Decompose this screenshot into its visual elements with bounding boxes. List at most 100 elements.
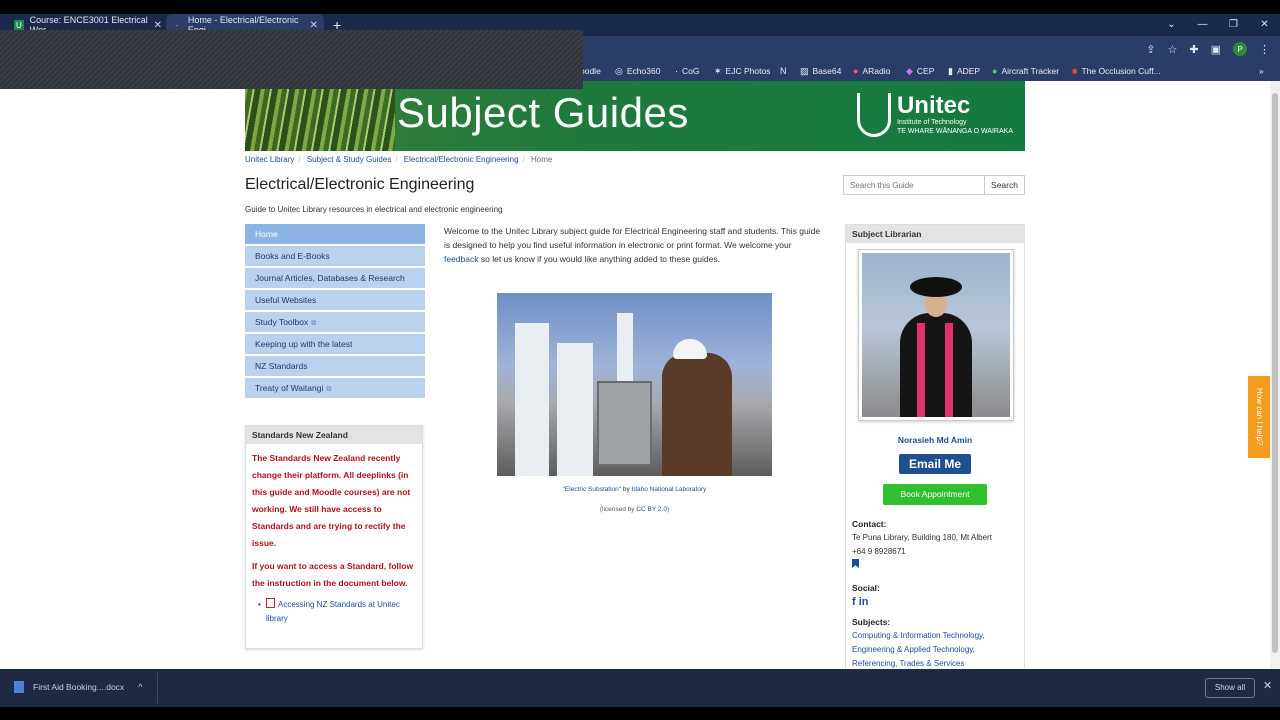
bookmark-red-icon: ■ (1072, 66, 1078, 76)
bookmark-adep[interactable]: ▮ ADEP (948, 61, 980, 81)
bookmark-aradio[interactable]: ● ARadio (853, 61, 890, 81)
word-doc-icon (14, 681, 24, 693)
librarian-name[interactable]: Norasieh Md Amin (846, 435, 1024, 445)
unitec-favicon-icon: U (14, 20, 24, 30)
search-input[interactable] (843, 175, 985, 195)
subject-librarian-box: Subject Librarian Norasieh Md Amin Email… (845, 224, 1025, 669)
loading-favicon-icon: · (175, 20, 179, 30)
page-title: Electrical/Electronic Engineering (245, 176, 475, 193)
photo-caption: "Electric Substation" by Idaho National … (562, 486, 707, 493)
bookmark-cep[interactable]: ◆ CEP (906, 61, 934, 81)
bookmark-base64[interactable]: ▨ Base64 (800, 61, 841, 81)
pdf-icon (266, 598, 275, 608)
close-icon[interactable]: ✕ (154, 20, 162, 31)
nav-books[interactable]: Books and E-Books (245, 246, 425, 266)
letterbox-bottom (0, 707, 1280, 720)
contact-label: Contact: (852, 519, 887, 529)
menu-kebab-icon[interactable]: ⋮ (1259, 43, 1270, 56)
standards-box: Standards New Zealand The Standards New … (245, 425, 423, 649)
banner-grass-image (245, 81, 395, 151)
scrollbar-thumb[interactable] (1272, 93, 1278, 653)
help-chat-tab[interactable]: How can I help? (1248, 376, 1270, 458)
minimize-icon[interactable]: — (1187, 14, 1218, 36)
extensions-icon[interactable]: ✚ (1189, 43, 1198, 56)
external-link-icon: ⧉ (311, 320, 317, 327)
social-label: Social: (852, 583, 880, 593)
cog-icon: · (675, 66, 678, 76)
close-icon[interactable]: ✕ (310, 20, 318, 31)
nav-study-toolbox[interactable]: Study Toolbox ⧉ (245, 312, 425, 332)
web-page: Subject Guides Unitec Institute of Techn… (0, 81, 1270, 669)
photo-author-link[interactable]: Idaho National Laboratory (632, 486, 707, 493)
guide-nav: Home Books and E-Books Journal Articles,… (245, 224, 425, 400)
bookmark-moodle[interactable]: oodle (580, 61, 601, 81)
nav-treaty[interactable]: Treaty of Waitangi ⧉ (245, 378, 425, 398)
search-button[interactable]: Search (984, 175, 1025, 195)
book-appointment-button[interactable]: Book Appointment (883, 484, 987, 505)
scrollbar[interactable] (1270, 81, 1280, 669)
standards-heading: Standards New Zealand (246, 426, 422, 444)
radio-icon: ● (853, 66, 859, 76)
breadcrumb-library[interactable]: Unitec Library (245, 155, 294, 164)
tab-search-icon[interactable]: ⌄ (1156, 14, 1187, 36)
email-me-button[interactable]: Email Me (899, 454, 971, 474)
bookmark-ejc[interactable]: ✶ EJC Photos (714, 61, 770, 81)
chevron-up-icon[interactable]: ^ (138, 682, 142, 692)
breadcrumb-guides[interactable]: Subject & Study Guides (307, 155, 392, 164)
close-window-icon[interactable]: ✕ (1249, 14, 1280, 36)
nav-journals[interactable]: Journal Articles, Databases & Research (245, 268, 425, 288)
contact-address: Te Puna Library, Building 180, Mt Albert (852, 533, 992, 542)
window-controls: ⌄ — ❐ ✕ (1156, 14, 1280, 36)
notion-icon: N (780, 66, 787, 76)
download-filename: First Aid Booking....docx (33, 682, 125, 692)
unitec-logo[interactable]: Unitec Institute of Technology TE WHARE … (856, 92, 1013, 137)
standards-notice: The Standards New Zealand recently chang… (252, 453, 411, 548)
contact-phone: +64 9 8928671 (852, 547, 906, 556)
bookmark-aircraft[interactable]: ● Aircraft Tracker (992, 61, 1059, 81)
bookmark-occlusion[interactable]: ■ The Occlusion Cuff... (1072, 61, 1161, 81)
more-bookmarks-icon[interactable]: » (1259, 61, 1264, 81)
diamond-icon: ◆ (906, 65, 913, 76)
show-all-button[interactable]: Show all (1205, 678, 1255, 698)
logo-name: Unitec (896, 92, 971, 119)
subject-guides-banner: Subject Guides Unitec Institute of Techn… (245, 81, 1025, 151)
download-item[interactable]: First Aid Booking....docx ^ (14, 681, 142, 693)
photo-title-link[interactable]: "Electric Substation" (563, 486, 621, 493)
sidepanel-icon[interactable]: ▣ (1211, 43, 1221, 56)
redacted-overlay (0, 30, 583, 89)
external-link-icon: ⧉ (326, 386, 332, 393)
bookmark-echo360[interactable]: ◎ Echo360 (615, 61, 660, 81)
star-icon[interactable]: ☆ (1168, 43, 1178, 56)
doc-icon: ▮ (948, 65, 953, 76)
substation-photo (497, 293, 772, 476)
nav-nz-standards[interactable]: NZ Standards (245, 356, 425, 376)
globe-icon: ● (992, 66, 998, 76)
restore-icon[interactable]: ❐ (1218, 14, 1249, 36)
guide-description: Guide to Unitec Library resources in ele… (245, 205, 503, 214)
librarian-contact: Contact: Te Puna Library, Building 180, … (852, 517, 1022, 669)
subjects-links[interactable]: Computing & Information Technology, Engi… (852, 631, 985, 668)
welcome-text: Welcome to the Unitec Library subject gu… (444, 226, 821, 264)
nav-home[interactable]: Home (245, 224, 425, 244)
breadcrumb-engineering[interactable]: Electrical/Electronic Engineering (404, 155, 519, 164)
feedback-link[interactable]: feedback (444, 254, 479, 264)
close-download-bar-icon[interactable]: ✕ (1263, 679, 1272, 692)
nav-websites[interactable]: Useful Websites (245, 290, 425, 310)
bookmark-icon[interactable] (852, 559, 859, 568)
standards-doc-link[interactable]: • Accessing NZ Standards at Unitec librar… (252, 598, 416, 626)
bookmark-n[interactable]: N (780, 61, 791, 81)
browser-window: U Course: ENCE3001 Electrical Wor ✕ · Ho… (0, 0, 1280, 720)
profile-avatar[interactable]: P (1233, 42, 1247, 56)
license-link[interactable]: CC BY 2.0 (636, 506, 667, 513)
banner-title: Subject Guides (397, 89, 689, 136)
image-icon: ▨ (800, 65, 809, 76)
social-icons[interactable]: f in (852, 595, 1022, 609)
bookmark-cog[interactable]: · CoG (675, 61, 699, 81)
photos-icon: ✶ (714, 65, 722, 76)
share-icon[interactable]: ⇪ (1146, 43, 1155, 56)
logo-maori: TE WHARE WĀNANGA O WAIRAKA (896, 128, 1013, 135)
unitec-logo-mark-icon (856, 93, 891, 137)
toolbar-icons: ⇪ ☆ ✚ ▣ P ⋮ (1146, 42, 1270, 56)
echo-icon: ◎ (615, 65, 623, 76)
nav-keeping-up[interactable]: Keeping up with the latest (245, 334, 425, 354)
